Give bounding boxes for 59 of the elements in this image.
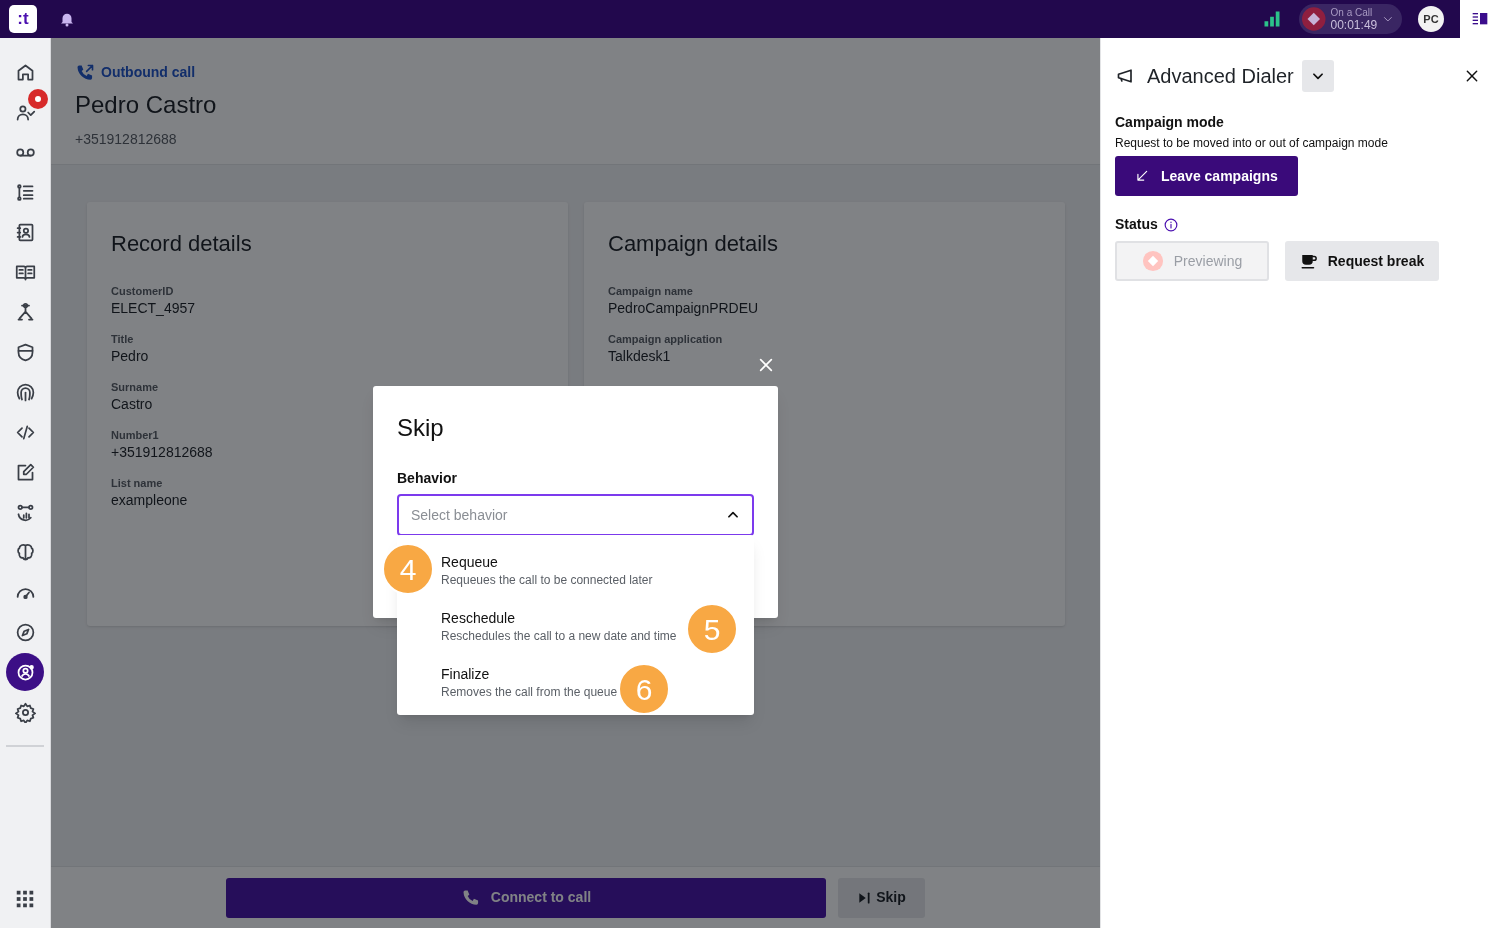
settings-icon — [14, 701, 36, 723]
list-icon — [14, 181, 36, 203]
option-description: Removes the call from the queue — [441, 684, 618, 701]
option-description: Reschedules the call to a new date and time — [441, 628, 677, 645]
field-label: Campaign name — [608, 284, 693, 298]
user-avatar[interactable]: PC — [1418, 6, 1444, 32]
call-timer: 00:01:49 — [1330, 19, 1378, 31]
card-title: Record details — [111, 230, 252, 258]
dialog-title: Skip — [397, 413, 445, 443]
apps-grid-icon[interactable] — [16, 890, 34, 908]
field-label: Number1 — [111, 428, 159, 442]
compass-icon — [14, 621, 36, 643]
option-description: Requeues the call to be connected later — [441, 572, 653, 589]
section-title: Campaign mode — [1115, 113, 1225, 132]
arrow-down-left-icon — [1135, 169, 1149, 183]
select-placeholder: Select behavior — [411, 505, 509, 525]
sidebar-item[interactable] — [6, 653, 44, 691]
info-icon[interactable] — [1163, 217, 1178, 232]
option-title[interactable]: Requeue — [441, 553, 498, 571]
status-icon — [1141, 250, 1164, 272]
field-label: Title — [111, 332, 134, 346]
contact-name: Pedro Castro — [75, 90, 218, 120]
option-title[interactable]: Reschedule — [441, 609, 515, 627]
contacts-icon — [14, 221, 36, 243]
field-label: Behavior — [397, 469, 458, 488]
skip-icon — [857, 890, 872, 905]
section-title: Status — [1115, 215, 1158, 234]
request-break-button[interactable]: Request break — [1285, 241, 1439, 281]
field-label: CustomerID — [111, 284, 174, 298]
panel-menu-button[interactable] — [1301, 60, 1334, 92]
panel-toggle-button[interactable] — [1460, 0, 1499, 38]
call-state-icon — [1302, 7, 1326, 31]
field-value: PedroCampaignPRDEU — [608, 299, 759, 318]
field-label: List name — [111, 476, 163, 490]
field-value: Pedro — [111, 347, 149, 366]
field-value: exampleone — [111, 491, 188, 510]
coffee-cup-icon — [1299, 252, 1318, 270]
outbound-call-icon — [75, 62, 95, 83]
field-label: Surname — [111, 380, 159, 394]
call-status-label: On a Call — [1330, 7, 1374, 19]
panel-title: Advanced Dialer — [1147, 64, 1294, 89]
field-value: Castro — [111, 395, 153, 414]
connect-call-button[interactable]: Connect to call — [226, 877, 826, 918]
fingerprint-icon — [14, 381, 36, 403]
call-status-pill[interactable]: On a Call 00:01:49 — [1299, 4, 1402, 34]
field-value: +351912812688 — [111, 443, 213, 462]
call-type-label: Outbound call — [101, 63, 196, 82]
field-value: Talkdesk1 — [608, 347, 671, 366]
close-icon[interactable] — [1465, 69, 1479, 83]
section-description: Request to be moved into or out of campaign mode — [1115, 135, 1389, 152]
field-label: Campaign application — [608, 332, 723, 346]
option-title[interactable]: Finalize — [441, 665, 490, 683]
field-value: ELECT_4957 — [111, 299, 196, 318]
contact-number: +351912812688 — [75, 130, 178, 149]
card-title: Campaign details — [608, 230, 778, 258]
app-logo[interactable]: :t — [9, 5, 37, 33]
leave-campaigns-button[interactable]: Leave campaigns — [1115, 156, 1298, 196]
skip-button[interactable]: Skip — [838, 877, 925, 918]
brain-icon — [14, 541, 36, 563]
